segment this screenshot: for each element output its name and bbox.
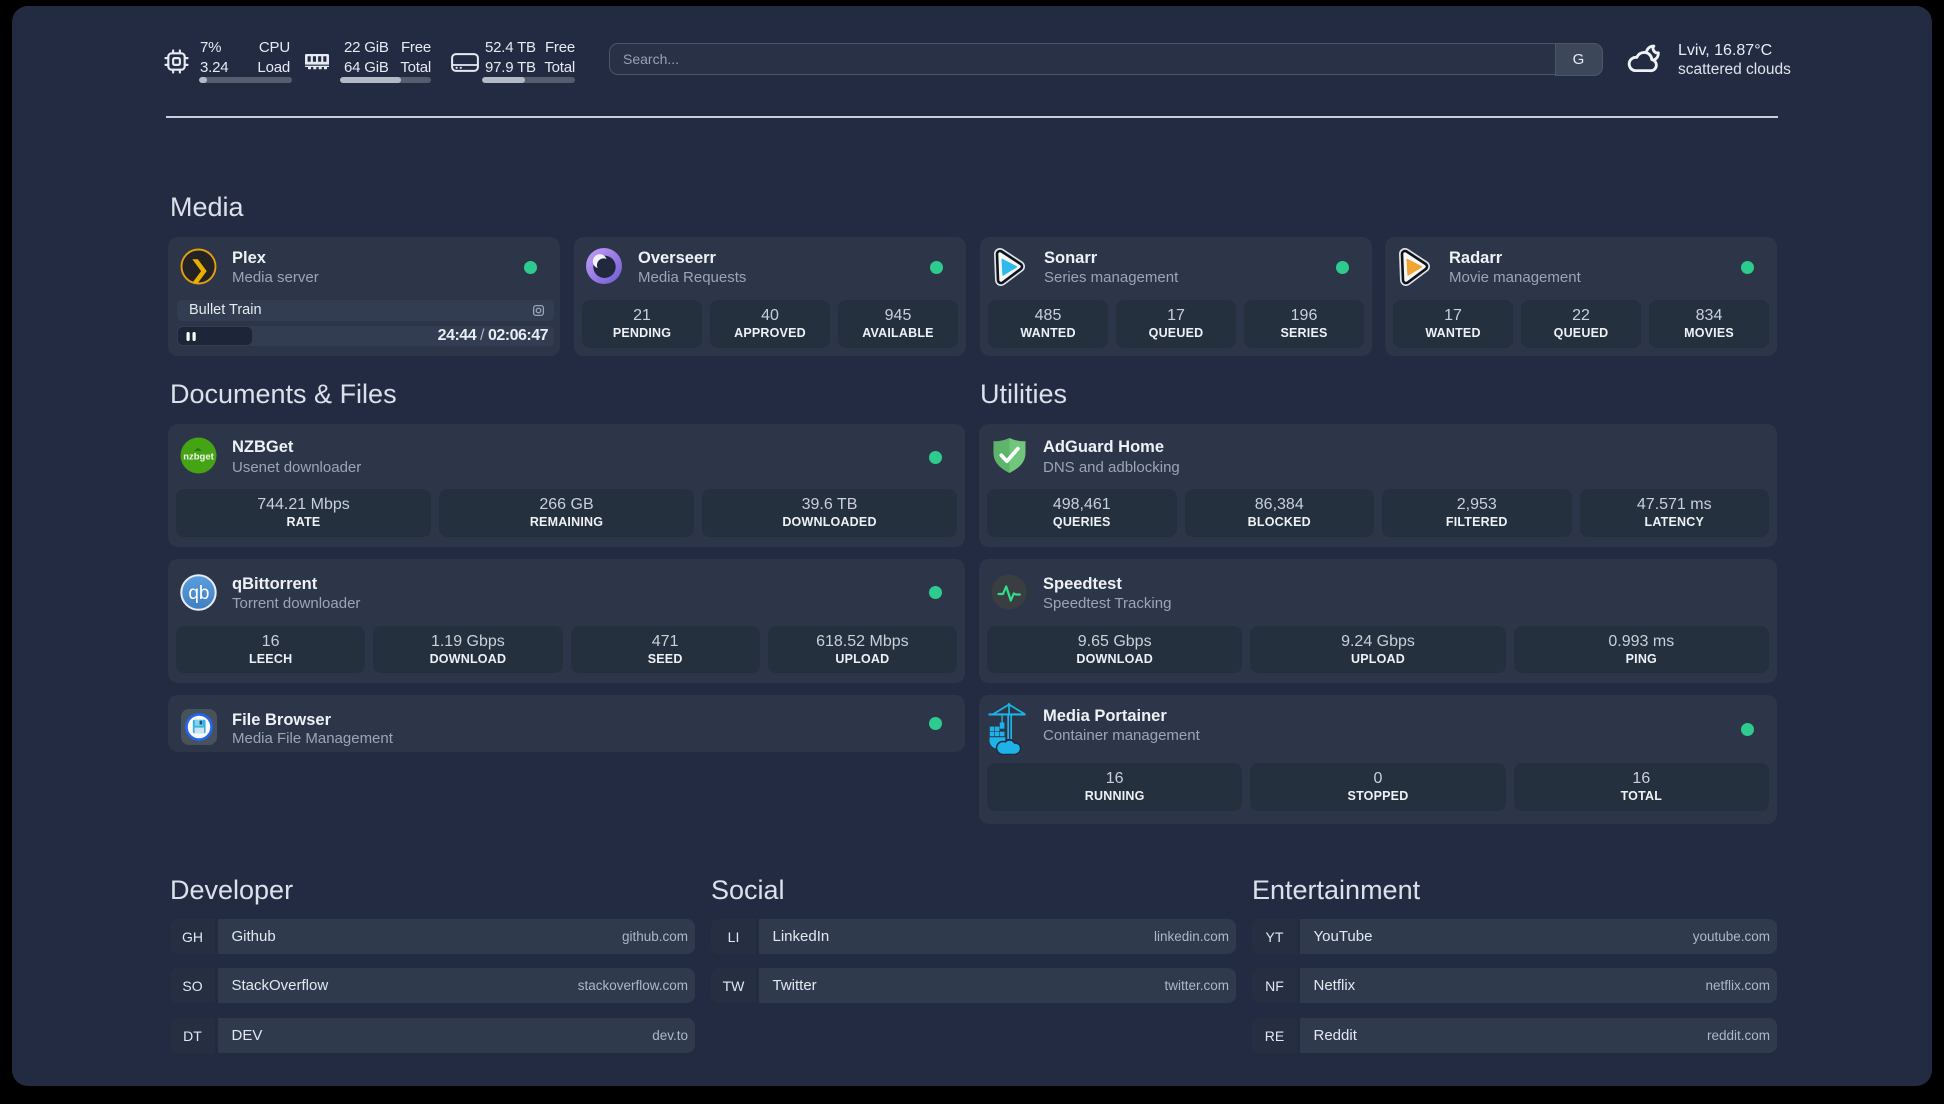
svg-text:nzbget: nzbget bbox=[183, 452, 214, 463]
svg-text:qb: qb bbox=[188, 583, 209, 604]
